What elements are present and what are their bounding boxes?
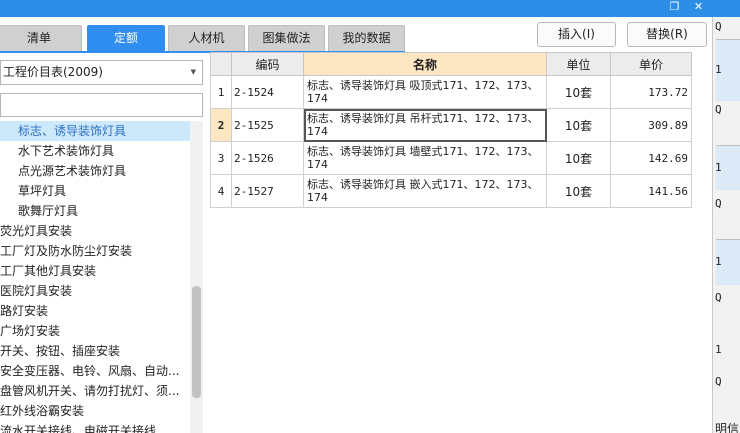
tree-item[interactable]: 点光源艺术装饰灯具	[0, 161, 190, 181]
background-cell: 1	[715, 161, 722, 174]
tree-item[interactable]: 医院灯具安装	[0, 281, 190, 301]
unit-column-header[interactable]: 单位	[546, 52, 611, 76]
tab-atlas-method[interactable]: 图集做法	[248, 25, 325, 51]
tree-item[interactable]: 安全变压器、电铃、风扇、自动...	[0, 361, 190, 381]
price-cell[interactable]: 142.69	[610, 141, 692, 175]
replace-button[interactable]: 替换(R)	[627, 22, 707, 47]
row-index: 2	[210, 108, 232, 142]
background-cell: 1	[715, 63, 722, 76]
price-cell[interactable]: 141.56	[610, 174, 692, 208]
price-table-select-value: 工程价目表(2009)	[3, 65, 103, 79]
price-column-header[interactable]: 单价	[610, 52, 692, 76]
restore-icon[interactable]: ❐	[666, 0, 683, 15]
code-cell[interactable]: 2-1524	[231, 75, 304, 109]
row-index: 4	[210, 174, 232, 208]
tree-item[interactable]: 盘管风机开关、请勿打扰灯、须...	[0, 381, 190, 401]
tab-bar: 清单 定额 人材机 图集做法 我的数据	[0, 25, 420, 53]
table-header-row: 编码 名称 单位 单价	[210, 52, 692, 76]
name-cell[interactable]: 标志、诱导装饰灯具 吸顶式171、172、173、174	[303, 75, 547, 109]
tree-item[interactable]: 开关、按钮、插座安装	[0, 341, 190, 361]
category-tree: 标志、诱导装饰灯具 水下艺术装饰灯具 点光源艺术装饰灯具 草坪灯具 歌舞厅灯具 …	[0, 121, 190, 433]
tab-quota[interactable]: 定额	[87, 25, 165, 51]
table-row[interactable]: 1 2-1524 标志、诱导装饰灯具 吸顶式171、172、173、174 10…	[210, 75, 692, 109]
tree-item[interactable]: 草坪灯具	[0, 181, 190, 201]
tree-item[interactable]: 红外线浴霸安装	[0, 401, 190, 421]
tree-item[interactable]: 流水开关接线、电磁开关接线	[0, 421, 190, 433]
code-cell[interactable]: 2-1527	[231, 174, 304, 208]
background-cell: Q	[715, 197, 722, 210]
row-index-header	[210, 52, 232, 76]
name-cell[interactable]: 标志、诱导装饰灯具 嵌入式171、172、173、174	[303, 174, 547, 208]
row-index: 3	[210, 141, 232, 175]
name-cell[interactable]: 标志、诱导装饰灯具 墙壁式171、172、173、174	[303, 141, 547, 175]
tree-item[interactable]: 歌舞厅灯具	[0, 201, 190, 221]
name-cell[interactable]: 标志、诱导装饰灯具 吊杆式171、172、173、174	[303, 108, 547, 142]
background-footer-text: 明信息	[715, 422, 740, 433]
price-cell[interactable]: 309.89	[610, 108, 692, 142]
price-table-select[interactable]: 工程价目表(2009) ▼	[0, 60, 203, 85]
background-window: Q 1 Q 1 Q 1 Q 1 Q 明信息	[712, 17, 740, 433]
unit-cell[interactable]: 10套	[546, 141, 611, 175]
tree-item[interactable]: 广场灯安装	[0, 321, 190, 341]
insert-button[interactable]: 插入(I)	[537, 22, 616, 47]
row-index: 1	[210, 75, 232, 109]
tree-scrollbar[interactable]	[190, 121, 203, 433]
background-cell: Q	[715, 103, 722, 116]
code-cell[interactable]: 2-1526	[231, 141, 304, 175]
tab-bill[interactable]: 清单	[0, 25, 82, 51]
title-bar: ❐ ✕	[0, 0, 740, 17]
table-row[interactable]: 3 2-1526 标志、诱导装饰灯具 墙壁式171、172、173、174 10…	[210, 141, 692, 175]
code-column-header[interactable]: 编码	[231, 52, 304, 76]
tree-item[interactable]: 标志、诱导装饰灯具	[0, 121, 190, 141]
code-cell[interactable]: 2-1525	[231, 108, 304, 142]
tree-item[interactable]: 路灯安装	[0, 301, 190, 321]
table-row[interactable]: 4 2-1527 标志、诱导装饰灯具 嵌入式171、172、173、174 10…	[210, 174, 692, 208]
chevron-down-icon: ▼	[190, 68, 196, 76]
table-row[interactable]: 2 2-1525 标志、诱导装饰灯具 吊杆式171、172、173、174 10…	[210, 108, 692, 142]
background-cell: 1	[715, 255, 722, 268]
background-cell: 1	[715, 343, 722, 356]
tree-item[interactable]: 荧光灯具安装	[0, 221, 190, 241]
unit-cell[interactable]: 10套	[546, 75, 611, 109]
name-column-header[interactable]: 名称	[303, 52, 547, 76]
tab-labor-material-machine[interactable]: 人材机	[168, 25, 245, 51]
search-input[interactable]	[0, 93, 203, 117]
quota-table: 编码 名称 单位 单价 1 2-1524 标志、诱导装饰灯具 吸顶式171、17…	[210, 52, 692, 208]
unit-cell[interactable]: 10套	[546, 174, 611, 208]
tree-item[interactable]: 工厂其他灯具安装	[0, 261, 190, 281]
background-cell: Q	[715, 20, 722, 33]
price-cell[interactable]: 173.72	[610, 75, 692, 109]
background-cell: Q	[715, 375, 722, 388]
tree-item[interactable]: 水下艺术装饰灯具	[0, 141, 190, 161]
tab-my-data[interactable]: 我的数据	[328, 25, 405, 51]
close-icon[interactable]: ✕	[690, 0, 707, 15]
unit-cell[interactable]: 10套	[546, 108, 611, 142]
scrollbar-thumb[interactable]	[192, 286, 201, 398]
tree-item[interactable]: 工厂灯及防水防尘灯安装	[0, 241, 190, 261]
background-cell: Q	[715, 291, 722, 304]
